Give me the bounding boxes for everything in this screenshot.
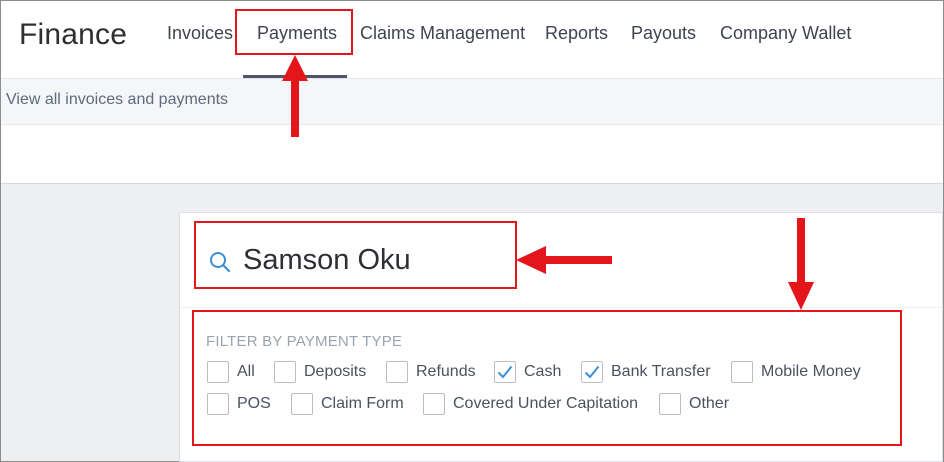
annotation-arrow-up-icon: [282, 55, 308, 137]
annotation-box-search: [194, 221, 517, 289]
app-title: Finance: [19, 18, 128, 51]
top-nav-bar: Finance Invoices Payments Claims Managem…: [1, 1, 943, 79]
tab-company-wallet[interactable]: Company Wallet: [720, 23, 851, 44]
annotation-box-payments-tab: [235, 9, 353, 55]
spacer-band: [1, 125, 943, 184]
tab-invoices[interactable]: Invoices: [167, 23, 233, 44]
page-description: View all invoices and payments: [6, 91, 229, 108]
annotation-arrow-left-icon: [516, 246, 612, 274]
tab-payouts[interactable]: Payouts: [631, 23, 696, 44]
tab-claims-management[interactable]: Claims Management: [360, 23, 525, 44]
page-subheader: View all invoices and payments: [1, 79, 943, 125]
tab-reports[interactable]: Reports: [545, 23, 608, 44]
annotation-box-filter: [192, 310, 902, 446]
annotation-arrow-down-icon: [788, 218, 814, 310]
